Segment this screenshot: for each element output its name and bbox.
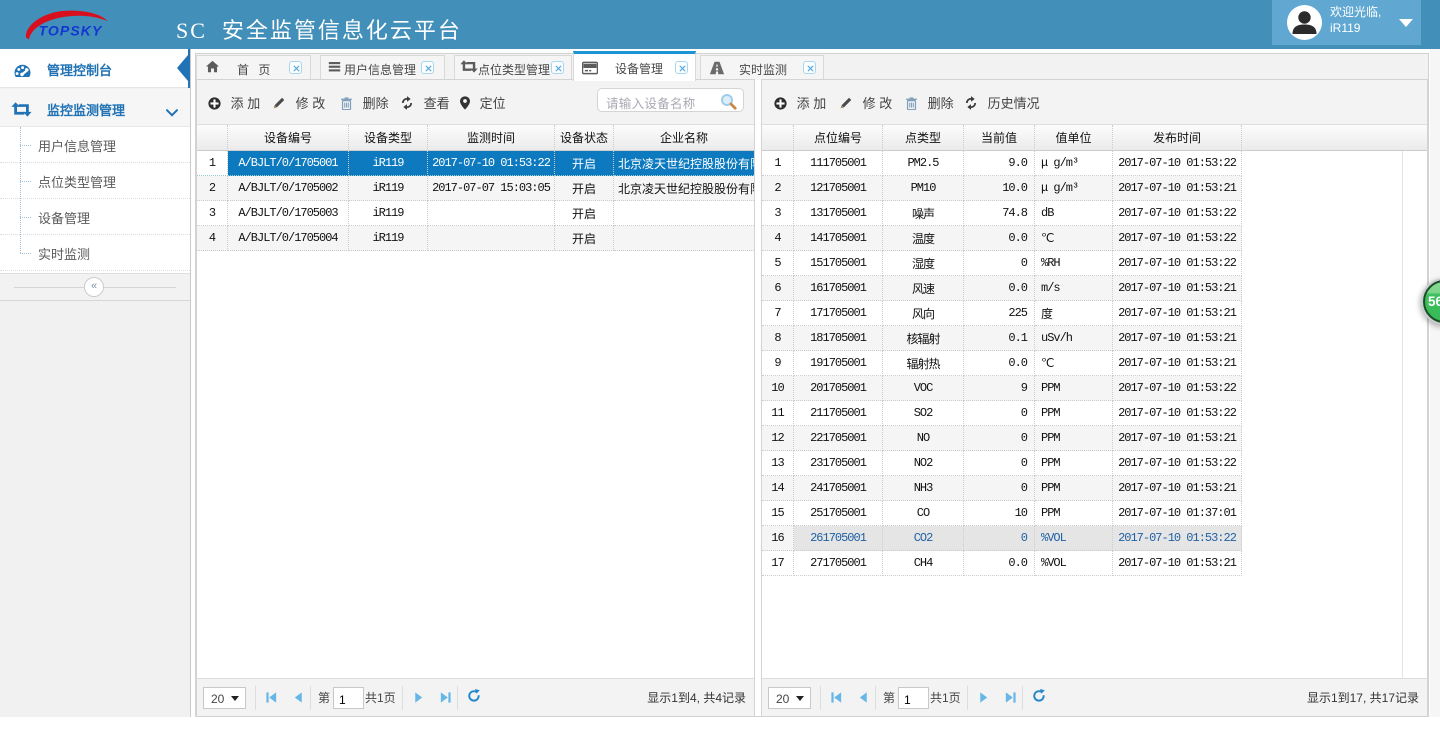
svg-text:TOPSKY: TOPSKY (39, 23, 103, 39)
